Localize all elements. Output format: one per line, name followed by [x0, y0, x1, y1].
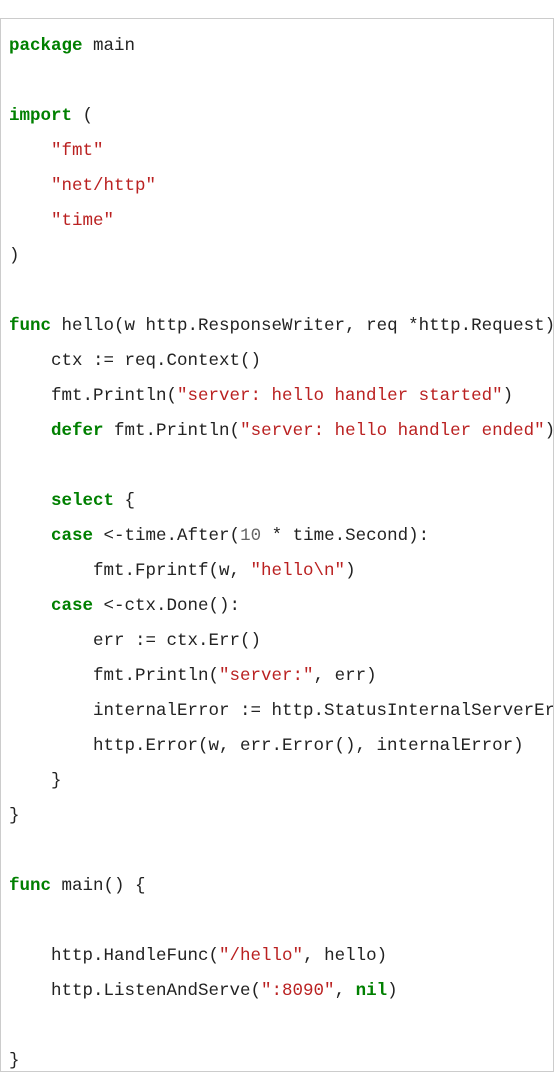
token-kw: func: [9, 316, 51, 336]
token-kw: import: [9, 106, 72, 126]
token-str: "time": [51, 211, 114, 231]
token-nil: nil: [356, 981, 388, 1001]
token-kw: case: [51, 526, 93, 546]
token-kw: func: [9, 876, 51, 896]
token-str: "hello\n": [251, 561, 346, 581]
token-str: "server: hello handler ended": [240, 421, 545, 441]
token-kw: case: [51, 596, 93, 616]
token-kw: select: [51, 491, 114, 511]
token-str: "fmt": [51, 141, 104, 161]
token-kw: defer: [51, 421, 104, 441]
token-str: ":8090": [261, 981, 335, 1001]
token-num: 10: [240, 526, 261, 546]
token-str: "/hello": [219, 946, 303, 966]
go-code-block: package main import ( "fmt" "net/http" "…: [0, 18, 554, 1072]
token-str: "server:": [219, 666, 314, 686]
token-str: "net/http": [51, 176, 156, 196]
token-str: "server: hello handler started": [177, 386, 503, 406]
token-kw: package: [9, 36, 83, 56]
